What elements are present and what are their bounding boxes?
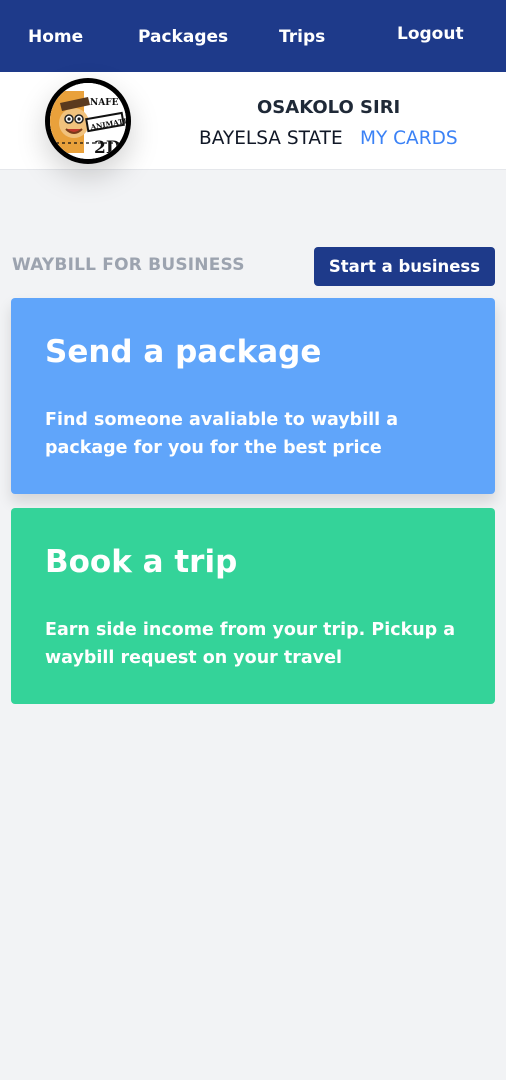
card-title: Book a trip	[45, 544, 238, 580]
send-package-card[interactable]: Send a package Find someone avaliable to…	[11, 298, 495, 494]
start-business-button[interactable]: Start a business	[314, 247, 495, 286]
nav-logout-link[interactable]: Logout	[397, 24, 464, 44]
card-description: Earn side income from your trip. Pickup …	[45, 620, 456, 668]
section-title: WAYBILL FOR BUSINESS	[12, 255, 245, 275]
book-trip-card[interactable]: Book a trip Earn side income from your t…	[11, 508, 495, 704]
nav-home-link[interactable]: Home	[28, 27, 83, 47]
profile-bar: NAFE ANIMATIO 2D OSAKOLO SIRI BAYELSA ST…	[0, 72, 506, 170]
top-navigation-bar: Home Packages Trips Logout	[0, 0, 506, 72]
user-state: BAYELSA STATE	[199, 128, 343, 149]
avatar[interactable]: NAFE ANIMATIO 2D	[45, 78, 131, 164]
card-description: Find someone avaliable to waybill a pack…	[45, 410, 399, 458]
avatar-image: NAFE ANIMATIO 2D	[50, 83, 126, 159]
avatar-text-top: NAFE	[90, 98, 119, 108]
my-cards-link[interactable]: MY CARDS	[360, 128, 458, 149]
card-title: Send a package	[45, 334, 322, 370]
cartoon-character-icon: NAFE ANIMATIO 2D	[50, 83, 126, 159]
user-name: OSAKOLO SIRI	[257, 97, 401, 118]
nav-packages-link[interactable]: Packages	[138, 27, 228, 47]
avatar-text-bottom: 2D	[94, 138, 121, 158]
nav-trips-link[interactable]: Trips	[279, 27, 325, 47]
